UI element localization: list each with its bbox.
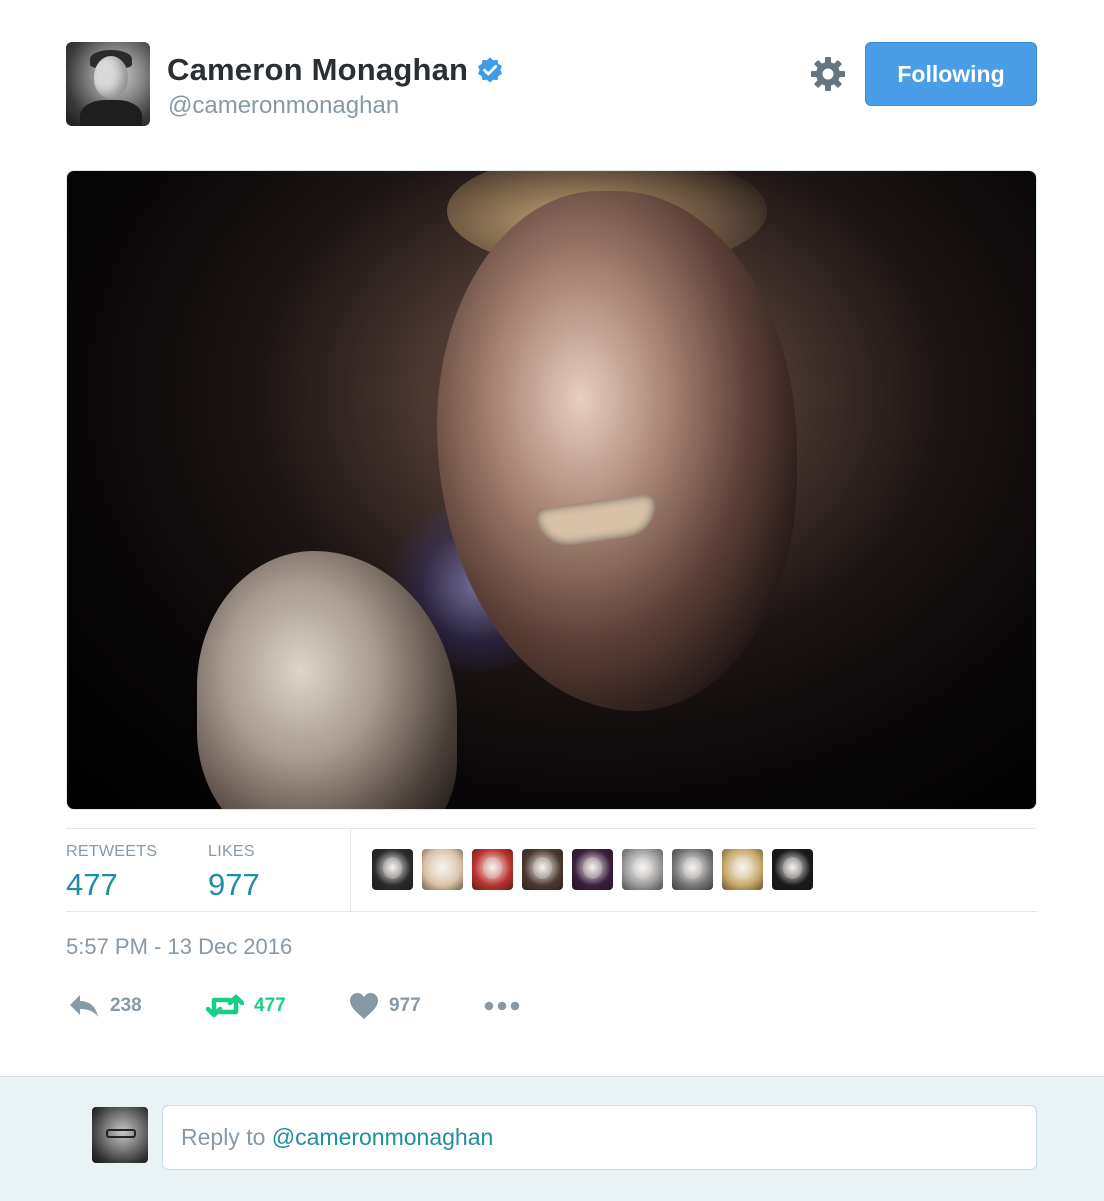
author-display-name[interactable]: Cameron Monaghan xyxy=(167,52,468,88)
current-user-avatar xyxy=(92,1107,148,1163)
tweet-photo[interactable] xyxy=(66,170,1037,810)
avatar-dark-bw[interactable] xyxy=(772,849,813,890)
likes-stat[interactable]: LIKES 977 xyxy=(208,843,260,903)
avatar-blonde-woman[interactable] xyxy=(422,849,463,890)
retweets-stat[interactable]: RETWEETS 477 xyxy=(66,843,157,903)
tweet-timestamp[interactable]: 5:57 PM - 13 Dec 2016 xyxy=(66,934,292,960)
tweet-stats: RETWEETS 477 LIKES 977 xyxy=(66,828,1037,912)
avatar-dark-man[interactable] xyxy=(522,849,563,890)
author-avatar[interactable] xyxy=(66,42,150,126)
avatar-acf-logo[interactable] xyxy=(372,849,413,890)
verified-badge-icon xyxy=(478,57,503,83)
more-dots-icon xyxy=(484,1001,520,1011)
likes-label: LIKES xyxy=(208,843,255,860)
likes-count: 977 xyxy=(208,867,260,902)
retweet-icon xyxy=(206,994,244,1018)
following-button[interactable]: Following xyxy=(865,42,1037,106)
gear-icon[interactable] xyxy=(810,56,846,92)
heart-icon xyxy=(350,993,378,1019)
retweet-button[interactable]: 477 xyxy=(206,986,286,1026)
avatar-flower-crown[interactable] xyxy=(672,849,713,890)
reply-count: 238 xyxy=(110,995,142,1016)
avatar-blonde-hair[interactable] xyxy=(722,849,763,890)
reply-placeholder-mention: @cameronmonaghan xyxy=(271,1124,494,1150)
avatar-couple-bw[interactable] xyxy=(622,849,663,890)
liker-face xyxy=(633,857,652,879)
avatar-body xyxy=(80,100,142,126)
liker-face xyxy=(383,857,402,879)
avatar-man-red[interactable] xyxy=(472,849,513,890)
reply-placeholder-prefix: Reply to xyxy=(181,1124,272,1150)
retweets-count: 477 xyxy=(66,867,118,902)
liker-face xyxy=(783,857,802,879)
liker-face xyxy=(583,857,602,879)
author-name-row: Cameron Monaghan xyxy=(167,52,504,88)
reply-button[interactable]: 238 xyxy=(68,986,142,1026)
reply-input[interactable]: Reply to @cameronmonaghan xyxy=(162,1105,1037,1170)
retweets-label: RETWEETS xyxy=(66,843,158,860)
liker-face xyxy=(433,857,452,879)
avatar-glasses xyxy=(106,1129,136,1138)
liker-face xyxy=(483,857,502,879)
liker-face xyxy=(683,857,702,879)
avatar-head xyxy=(94,56,128,98)
more-options-button[interactable] xyxy=(484,986,520,1026)
stats-divider xyxy=(350,829,351,911)
avatar-joker[interactable] xyxy=(572,849,613,890)
retweet-count: 477 xyxy=(254,995,286,1016)
like-count: 977 xyxy=(389,995,421,1016)
tweet-header: Cameron Monaghan @cameronmonaghan Follow… xyxy=(0,0,1104,150)
liker-face xyxy=(733,857,752,879)
like-button[interactable]: 977 xyxy=(349,986,421,1026)
likers-avatars xyxy=(372,849,813,890)
reply-icon xyxy=(70,995,98,1017)
liker-face xyxy=(533,857,552,879)
reply-bar: Reply to @cameronmonaghan xyxy=(0,1076,1104,1201)
author-handle[interactable]: @cameronmonaghan xyxy=(168,92,399,120)
